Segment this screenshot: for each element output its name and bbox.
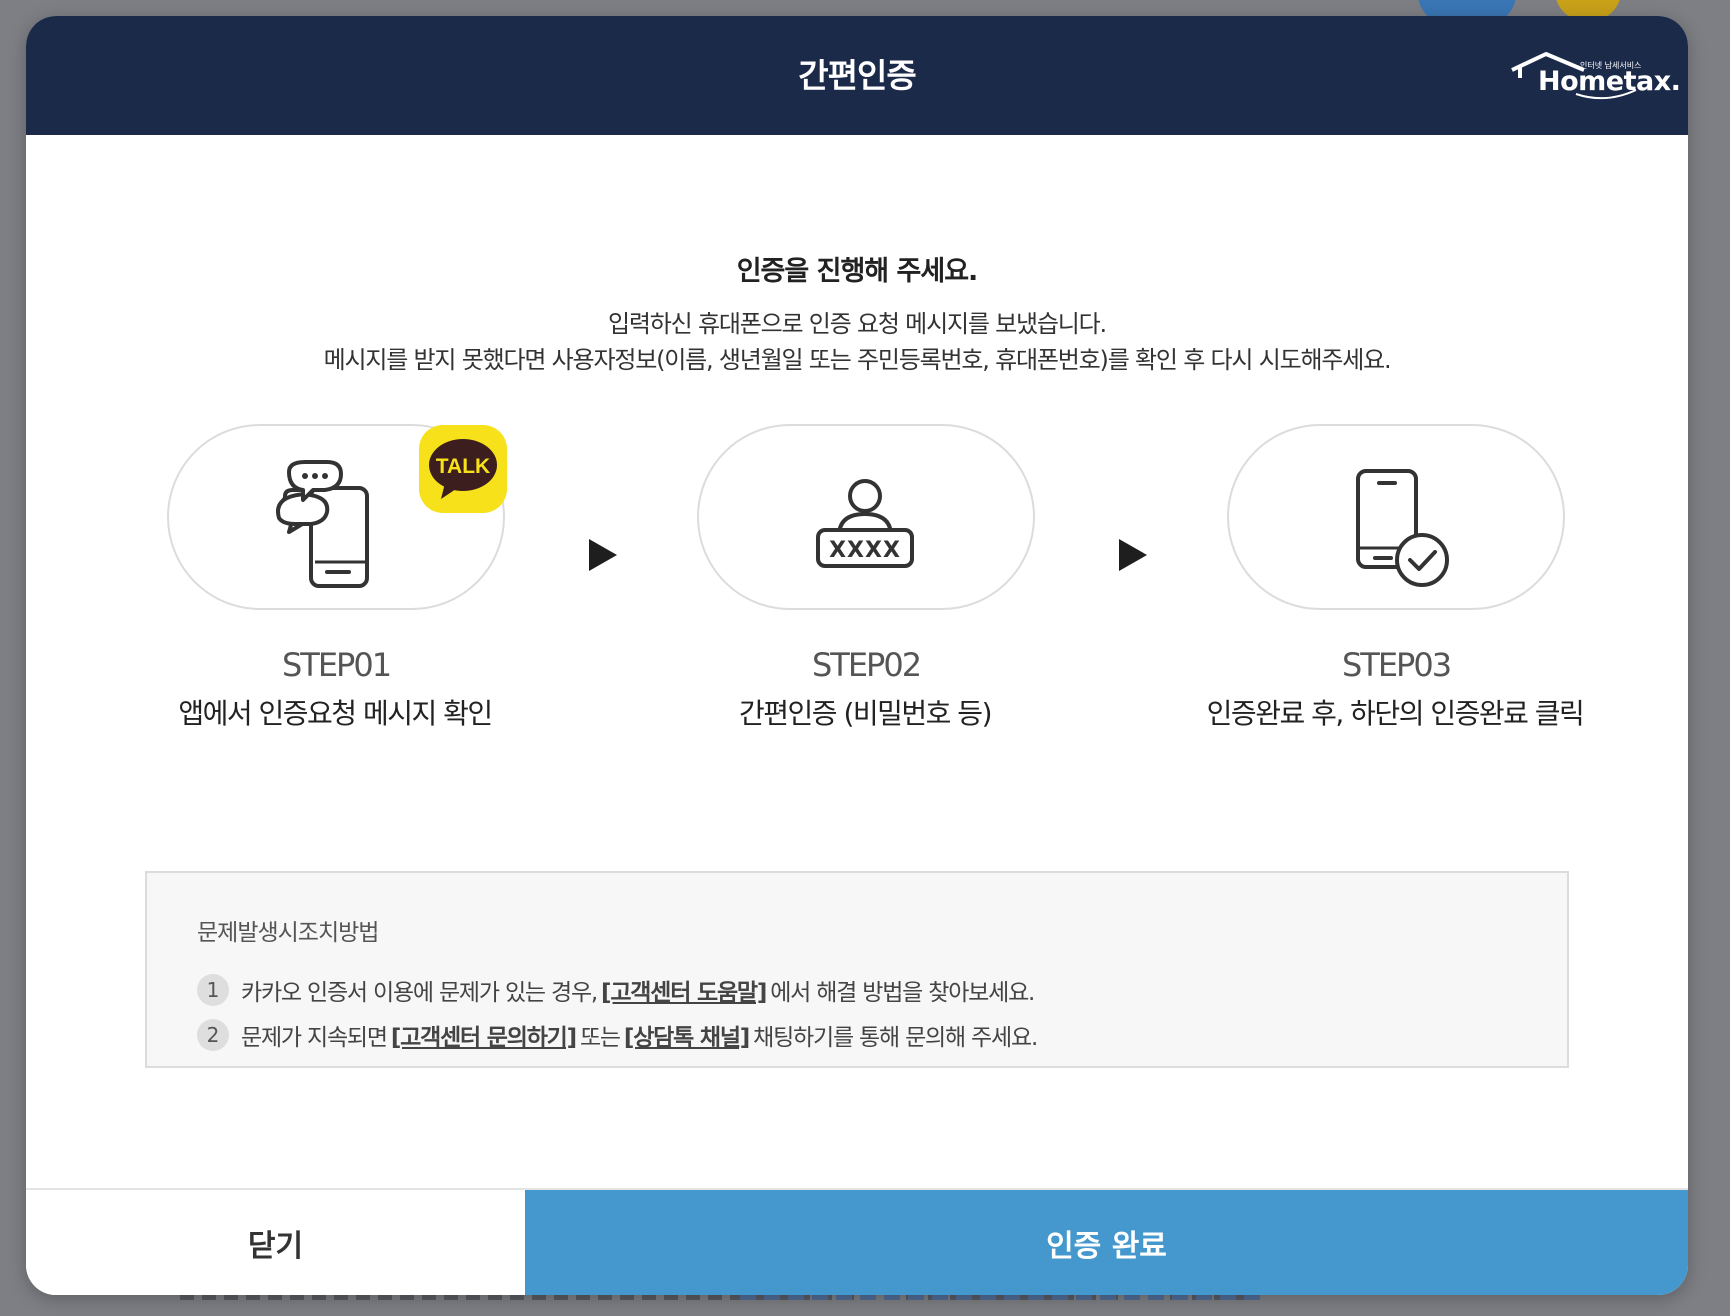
step2-number: STEP02 bbox=[811, 646, 922, 684]
hometax-logo: 인터넷 납세서비스 Hometax. bbox=[1506, 48, 1681, 108]
chat-channel-link[interactable]: [상담톡 채널] bbox=[624, 1018, 750, 1052]
help-center-guide-link[interactable]: [고객센터 도움말] bbox=[601, 973, 767, 1007]
item-text: 카카오 인증서 이용에 문제가 있는 경우, bbox=[241, 980, 598, 1006]
troubleshooting-item-1: 1 카카오 인증서 이용에 문제가 있는 경우, [고객센터 도움말] 에서 해… bbox=[197, 973, 1035, 1007]
item-text: 문제가 지속되면 bbox=[241, 1025, 388, 1051]
close-button[interactable]: 닫기 bbox=[26, 1190, 525, 1295]
step3-label: 인증완료 후, 하단의 인증완료 클릭 bbox=[1206, 697, 1585, 730]
phone-check-icon bbox=[1356, 469, 1449, 587]
auth-lead-text: 인증을 진행해 주세요. bbox=[736, 256, 979, 287]
troubleshooting-box: 문제발생시조치방법 1 카카오 인증서 이용에 문제가 있는 경우, [고객센터… bbox=[145, 871, 1569, 1068]
step2-label: 간편인증 (비밀번호 등) bbox=[739, 697, 993, 730]
logo-text: Hometax. bbox=[1538, 66, 1681, 97]
auth-description: 입력하신 휴대폰으로 인증 요청 메시지를 보냈습니다. 메시지를 받지 못했다… bbox=[26, 306, 1688, 378]
item-text: 또는 bbox=[579, 1025, 621, 1051]
modal-header: 간편인증 인터넷 납세서비스 Hometax. bbox=[26, 16, 1688, 135]
chat-phone-icon bbox=[276, 460, 369, 588]
description-line-1: 입력하신 휴대폰으로 인증 요청 메시지를 보냈습니다. bbox=[608, 310, 1107, 338]
simple-auth-modal: 간편인증 인터넷 납세서비스 Hometax. 인증을 진행해 주세요. 입력하… bbox=[26, 16, 1688, 1295]
user-password-icon: XXXX bbox=[816, 479, 914, 568]
modal-title: 간편인증 bbox=[798, 56, 916, 95]
troubleshooting-item-2: 2 문제가 지속되면 [고객센터 문의하기] 또는 [상담톡 채널] 채팅하기를… bbox=[197, 1018, 1038, 1052]
step3-number: STEP03 bbox=[1341, 646, 1452, 684]
help-center-inquiry-link[interactable]: [고객센터 문의하기] bbox=[391, 1018, 577, 1052]
step1-number: STEP01 bbox=[281, 646, 392, 684]
item-text: 채팅하기를 통해 문의해 주세요. bbox=[753, 1025, 1038, 1051]
item-text: 에서 해결 방법을 찾아보세요. bbox=[770, 980, 1035, 1006]
arrow-right-icon bbox=[589, 539, 617, 571]
kakaotalk-badge: TALK bbox=[419, 425, 507, 513]
item-number-badge: 2 bbox=[197, 1019, 229, 1051]
arrow-right-icon bbox=[1119, 539, 1147, 571]
password-mask: XXXX bbox=[829, 538, 901, 563]
step1-label: 앱에서 인증요청 메시지 확인 bbox=[178, 697, 493, 730]
troubleshooting-title: 문제발생시조치방법 bbox=[197, 920, 379, 946]
item-number-badge: 1 bbox=[197, 974, 229, 1006]
description-line-2: 메시지를 받지 못했다면 사용자정보(이름, 생년월일 또는 주민등록번호, 휴… bbox=[323, 346, 1392, 374]
auth-complete-button[interactable]: 인증 완료 bbox=[525, 1190, 1688, 1295]
talk-badge-label: TALK bbox=[436, 455, 490, 478]
